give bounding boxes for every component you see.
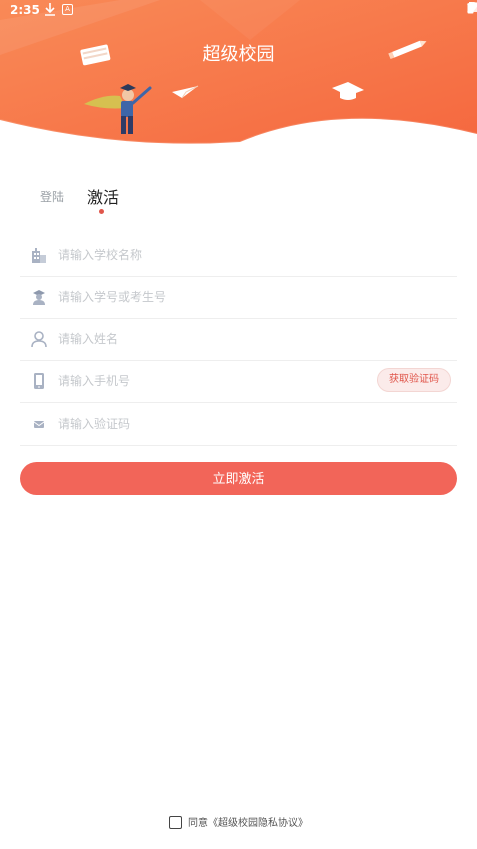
- student-id-row: [20, 276, 457, 319]
- header-illustration: [0, 0, 477, 145]
- tab-activate[interactable]: 激活: [87, 184, 119, 208]
- phone-row: 获取验证码: [20, 360, 457, 403]
- name-input[interactable]: [58, 329, 358, 349]
- agreement-text[interactable]: 同意《超级校园隐私协议》: [188, 818, 308, 829]
- building-icon: [30, 246, 48, 264]
- header-banner: 2:35 A 超级校园: [0, 0, 477, 160]
- status-time: 2:35: [10, 3, 40, 17]
- mail-icon: [30, 415, 48, 433]
- get-code-button[interactable]: 获取验证码: [377, 368, 451, 392]
- name-row: [20, 318, 457, 361]
- battery-icon: [467, 2, 474, 14]
- phone-icon: [30, 372, 48, 390]
- app-title: 超级校园: [202, 44, 275, 65]
- person-icon: [30, 330, 48, 348]
- agreement: 同意《超级校园隐私协议》: [0, 814, 477, 830]
- phone-input[interactable]: [58, 371, 358, 391]
- school-input[interactable]: [58, 245, 358, 265]
- agreement-checkbox[interactable]: [169, 815, 182, 829]
- activate-button[interactable]: 立即激活: [20, 462, 457, 495]
- student-icon: [30, 288, 48, 306]
- active-tab-indicator: [99, 209, 104, 214]
- tab-login[interactable]: 登陆: [40, 188, 64, 205]
- student-id-input[interactable]: [58, 287, 358, 307]
- status-bar: 2:35 A: [0, 0, 477, 22]
- code-row: [20, 403, 457, 446]
- school-row: [20, 234, 457, 277]
- code-input[interactable]: [58, 414, 358, 434]
- notification-badge: A: [62, 4, 73, 15]
